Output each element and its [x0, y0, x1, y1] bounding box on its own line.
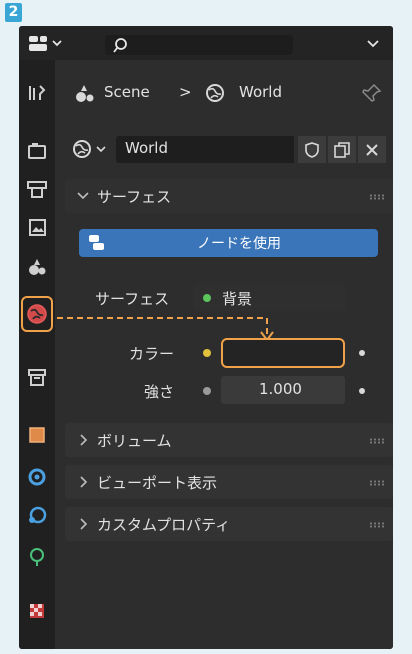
volume-panel-title: ボリューム — [97, 432, 172, 450]
strength-socket-dot — [203, 387, 211, 395]
chevron-right-icon — [80, 434, 88, 446]
view-layer-icon[interactable] — [24, 215, 50, 241]
unlink-button[interactable] — [358, 136, 386, 163]
texture-icon[interactable] — [24, 598, 50, 624]
surface-panel-title: サーフェス — [97, 188, 172, 206]
collection-icon[interactable] — [24, 364, 50, 390]
breadcrumb-separator: > — [179, 83, 192, 101]
chevron-down-icon[interactable] — [365, 36, 381, 52]
properties-tab-bar — [19, 60, 55, 649]
chevron-down-icon — [77, 192, 89, 200]
output-icon[interactable] — [24, 176, 50, 202]
drag-handle-icon[interactable] — [369, 194, 385, 200]
editor-type-icon — [29, 36, 62, 51]
strength-value: 1.000 — [259, 380, 302, 398]
keyframe-dot-icon[interactable] — [359, 350, 365, 356]
node-tree-icon — [89, 235, 104, 250]
strength-label: 強さ — [144, 383, 175, 401]
world-icon[interactable] — [21, 296, 53, 332]
world-icon — [206, 84, 224, 102]
render-icon[interactable] — [24, 138, 50, 164]
particles-icon[interactable] — [24, 502, 50, 528]
search-input[interactable] — [105, 35, 293, 55]
copy-icon — [334, 141, 350, 158]
world-name-value: World — [125, 139, 168, 157]
drag-handle-icon[interactable] — [369, 438, 385, 444]
modifier-icon[interactable] — [24, 464, 50, 490]
keyframe-dot-icon[interactable] — [359, 388, 365, 394]
scene-icon[interactable] — [24, 254, 50, 280]
physics-icon[interactable] — [24, 544, 50, 570]
editor-type-dropdown[interactable] — [29, 34, 73, 54]
chevron-right-icon — [80, 476, 88, 488]
duplicate-button[interactable] — [328, 136, 356, 163]
object-icon[interactable] — [24, 422, 50, 448]
drag-handle-icon[interactable] — [369, 522, 385, 528]
use-nodes-button[interactable]: ノードを使用 — [79, 229, 378, 257]
world-icon[interactable] — [71, 137, 111, 161]
screenshot-frame: 2 Scene > World World サーフェス ノードを使用 サーフェス… — [0, 0, 412, 654]
use-nodes-label: ノードを使用 — [197, 236, 281, 252]
shader-socket-dot — [203, 294, 211, 302]
tool-icon[interactable] — [24, 80, 50, 106]
properties-editor: Scene > World World サーフェス ノードを使用 サーフェス 背… — [19, 26, 393, 649]
search-icon — [113, 38, 127, 53]
step-badge: 2 — [5, 3, 22, 22]
color-label: カラー — [129, 345, 175, 363]
scene-icon — [76, 85, 94, 102]
editor-header — [19, 26, 393, 60]
drag-handle-icon[interactable] — [369, 480, 385, 486]
breadcrumb-scene[interactable]: Scene — [104, 83, 150, 101]
shield-icon — [305, 141, 319, 158]
color-swatch-field[interactable] — [221, 338, 345, 368]
fake-user-button[interactable] — [298, 136, 326, 163]
breadcrumb-world[interactable]: World — [239, 83, 282, 101]
close-icon — [366, 143, 378, 156]
custom-properties-panel-title: カスタムプロパティ — [97, 516, 231, 534]
chevron-right-icon — [80, 518, 88, 530]
viewport-display-panel-title: ビューポート表示 — [97, 474, 218, 492]
pin-icon[interactable] — [362, 83, 382, 103]
color-socket-dot — [203, 349, 211, 357]
